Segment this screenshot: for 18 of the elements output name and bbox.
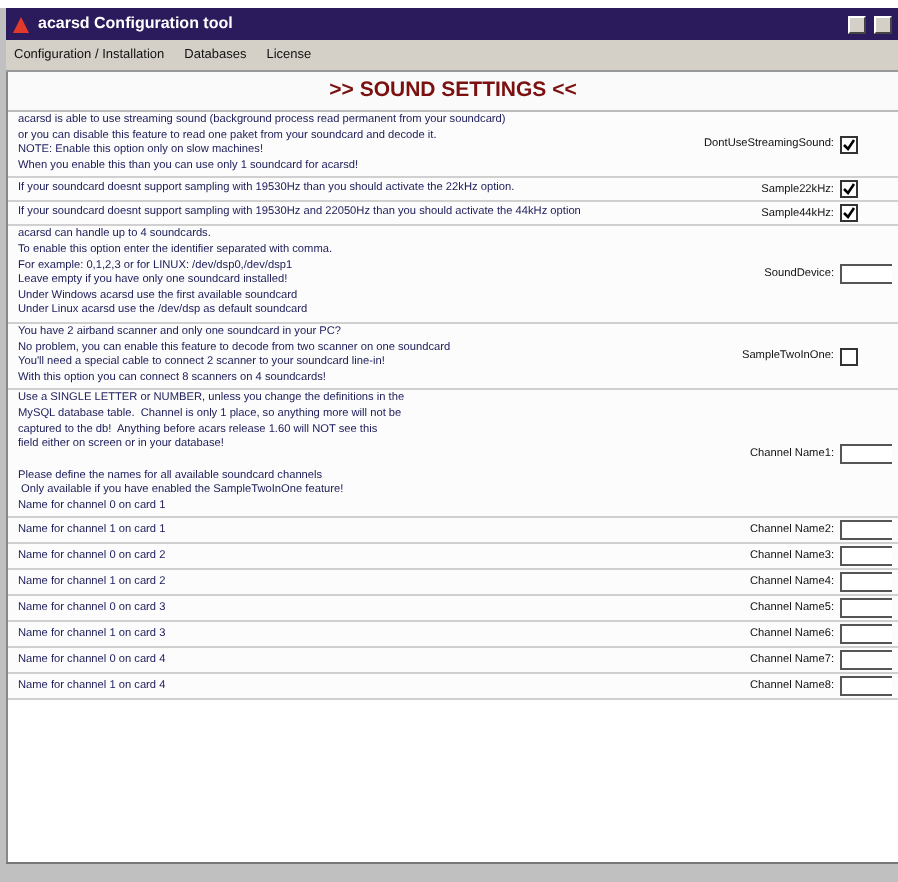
minimize-button[interactable] (848, 15, 866, 33)
checkbox[interactable] (840, 347, 858, 366)
window-title: acarsd Configuration tool (38, 14, 233, 34)
checkbox[interactable] (840, 135, 858, 154)
section-heading: >> SOUND SETTINGS << (329, 75, 577, 106)
input-field[interactable] (840, 676, 892, 697)
input-field[interactable] (840, 624, 892, 645)
checkbox[interactable] (840, 204, 858, 223)
maximize-button[interactable] (874, 15, 892, 33)
checkbox[interactable] (840, 180, 858, 199)
input-field[interactable] (840, 572, 892, 593)
input-field[interactable] (840, 264, 892, 285)
input-field[interactable] (840, 520, 892, 541)
input-field[interactable] (840, 598, 892, 619)
input-field[interactable] (840, 650, 892, 671)
input-field[interactable] (840, 443, 892, 464)
app-icon (12, 15, 30, 33)
input-field[interactable] (840, 546, 892, 567)
